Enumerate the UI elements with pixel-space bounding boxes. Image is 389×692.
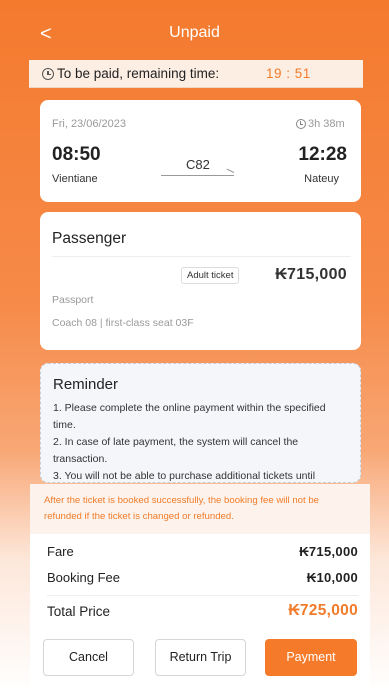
seat-info: Coach 08 | first-class seat 03F xyxy=(52,317,194,329)
reminder-title: Reminder xyxy=(53,376,119,393)
ticket-price: ₭715,000 xyxy=(275,266,347,283)
fare-value: ₭715,000 xyxy=(299,544,358,559)
payment-timer-label: To be paid, remaining time: xyxy=(57,66,220,81)
trip-card: Fri, 23/06/2023 3h 38m 08:50 C82 12:28 V… xyxy=(40,100,361,202)
page-title: Unpaid xyxy=(169,24,220,41)
booking-fee-label: Booking Fee xyxy=(47,570,120,585)
arrival-station: Nateuy xyxy=(304,173,339,185)
document-type: Passport xyxy=(52,294,94,306)
total-price-row: Total Price ₭725,000 xyxy=(47,602,358,624)
passenger-section-title: Passenger xyxy=(52,230,127,247)
reminder-list: 1. Please complete the online payment wi… xyxy=(53,400,348,482)
total-price-label: Total Price xyxy=(47,604,111,619)
divider xyxy=(52,256,351,257)
ticket-type-badge: Adult ticket xyxy=(181,267,240,284)
booking-fee-row: Booking Fee ₭10,000 xyxy=(47,570,358,590)
refund-notice: After the ticket is booked successfully,… xyxy=(30,484,370,534)
departure-time: 08:50 xyxy=(52,144,101,165)
checkout-sheet: After the ticket is booked successfully,… xyxy=(30,484,370,692)
fare-label: Fare xyxy=(47,544,74,559)
cancel-button[interactable]: Cancel xyxy=(43,639,134,676)
departure-station: Vientiane xyxy=(52,173,98,185)
total-price-value: ₭725,000 xyxy=(288,602,358,619)
header-bar: < Unpaid xyxy=(0,0,389,62)
fare-row: Fare ₭715,000 xyxy=(47,544,358,564)
reminder-card: Reminder 1. Please complete the online p… xyxy=(40,363,361,483)
train-number: C82 xyxy=(186,157,210,172)
reminder-item: 1. Please complete the online payment wi… xyxy=(53,402,326,431)
return-trip-button[interactable]: Return Trip xyxy=(155,639,246,676)
passenger-card: Passenger Adult ticket ₭715,000 Passport… xyxy=(40,212,361,350)
arrival-time: 12:28 xyxy=(298,144,347,165)
trip-duration: 3h 38m xyxy=(308,118,345,130)
reminder-item: 3. You will not be able to purchase addi… xyxy=(53,470,316,482)
booking-fee-value: ₭10,000 xyxy=(306,570,358,585)
clock-icon xyxy=(296,119,306,129)
trip-date: Fri, 23/06/2023 xyxy=(52,118,126,130)
clock-icon xyxy=(42,68,54,80)
payment-button[interactable]: Payment xyxy=(265,639,357,676)
payment-timer-bar: To be paid, remaining time: 19 : 51 xyxy=(29,60,363,88)
reminder-item: 2. In case of late payment, the system w… xyxy=(53,436,299,465)
arrow-right-icon xyxy=(161,175,234,176)
payment-timer-value: 19 : 51 xyxy=(266,66,311,81)
divider xyxy=(47,595,358,596)
